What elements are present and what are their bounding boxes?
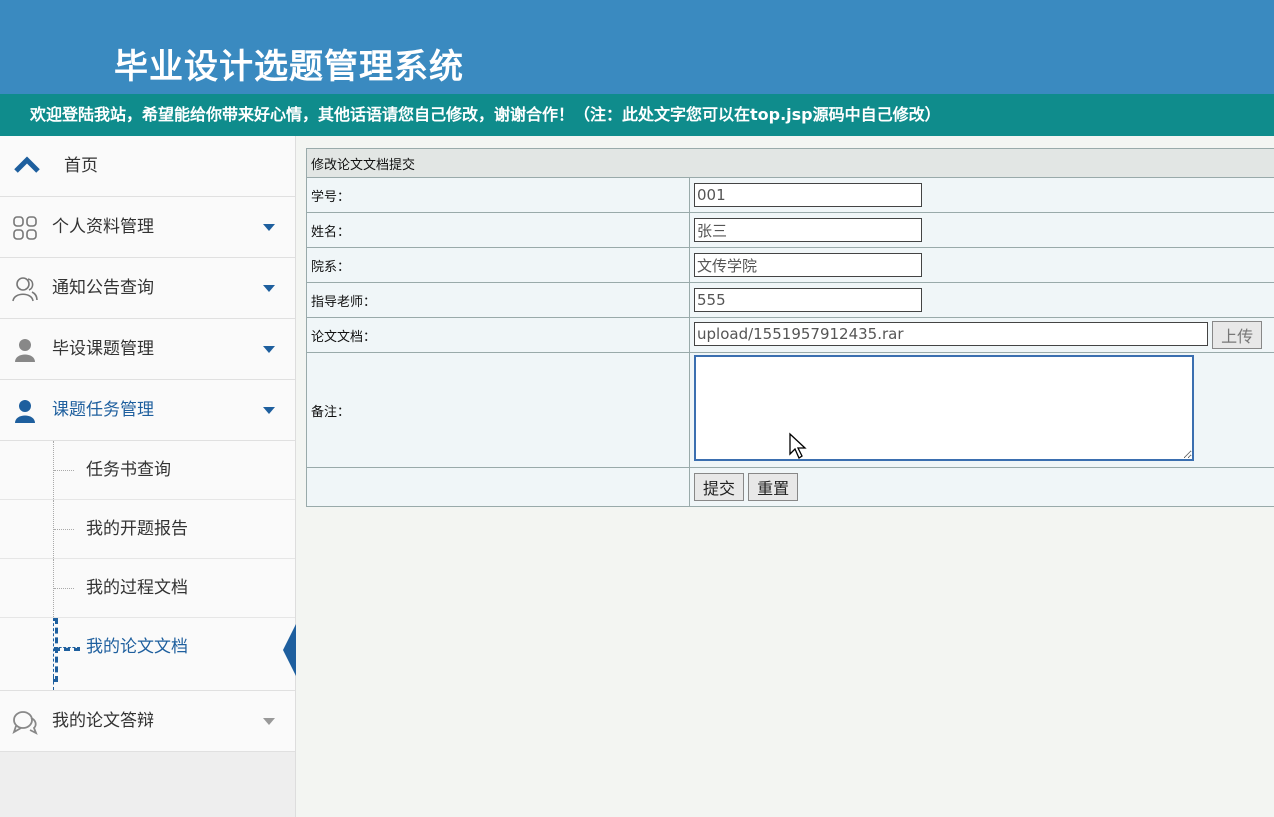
submenu-item-task-query[interactable]: 任务书查询 [0, 441, 295, 500]
submenu-item-label: 我的论文文档 [86, 637, 188, 657]
sidebar-item-label: 首页 [64, 156, 98, 176]
chevron-down-icon [263, 285, 275, 292]
sidebar-item-label: 毕设课题管理 [52, 339, 154, 359]
remark-textarea[interactable] [694, 355, 1194, 461]
student-id-label: 学号： [306, 177, 690, 213]
sidebar-item-home[interactable]: 首页 [0, 136, 295, 197]
document-label: 论文文档： [306, 317, 690, 353]
sidebar-item-label: 我的论文答辩 [52, 711, 154, 731]
system-title: 毕业设计选题管理系统 [114, 47, 464, 87]
sidebar-item-profile[interactable]: 个人资料管理 [0, 197, 295, 258]
user-icon [15, 339, 35, 362]
task-submenu: 任务书查询 我的开题报告 我的过程文档 我的论文文档 [0, 441, 296, 691]
submenu-item-label: 我的过程文档 [86, 578, 188, 598]
sidebar-item-label: 个人资料管理 [52, 217, 154, 237]
submenu-item-label: 任务书查询 [86, 460, 171, 480]
form-title: 修改论文文档提交 [306, 148, 1274, 178]
upload-button[interactable]: 上传 [1212, 321, 1263, 349]
users-icon [12, 277, 38, 302]
chevron-down-icon [263, 718, 275, 725]
chevron-down-icon [263, 346, 275, 353]
name-label: 姓名： [306, 212, 690, 248]
chevron-down-icon [263, 224, 275, 231]
chevron-down-icon [263, 407, 275, 414]
home-icon [14, 156, 40, 173]
mouse-cursor-icon [789, 432, 807, 459]
submenu-item-process-docs[interactable]: 我的过程文档 [0, 559, 295, 618]
sidebar: 首页 个人资料管理 通知公告查询 毕设课题管理 课题任务管理 任务书查询 我的开… [0, 136, 296, 817]
department-label: 院系： [306, 247, 690, 283]
sidebar-item-tasks[interactable]: 课题任务管理 [0, 380, 295, 441]
sidebar-item-defense[interactable]: 我的论文答辩 [0, 691, 295, 752]
sidebar-item-notices[interactable]: 通知公告查询 [0, 258, 295, 319]
reset-button[interactable]: 重置 [748, 473, 799, 501]
active-pointer-icon [283, 624, 296, 676]
welcome-banner: 欢迎登陆我站，希望能给你带来好心情，其他话语请您自己修改，谢谢合作！（注：此处文… [0, 94, 1274, 136]
remark-label: 备注： [306, 352, 690, 468]
student-id-field[interactable] [694, 183, 922, 207]
sidebar-item-projects[interactable]: 毕设课题管理 [0, 319, 295, 380]
submenu-item-proposal[interactable]: 我的开题报告 [0, 500, 295, 559]
advisor-label: 指导老师： [306, 282, 690, 318]
sidebar-item-label: 通知公告查询 [52, 278, 154, 298]
department-field[interactable] [694, 253, 922, 277]
chat-icon [12, 711, 38, 735]
grid-icon [13, 216, 37, 240]
submit-button[interactable]: 提交 [694, 473, 745, 501]
advisor-field[interactable] [694, 288, 922, 312]
document-path-field[interactable] [694, 321, 1208, 346]
submenu-item-label: 我的开题报告 [86, 519, 188, 539]
page-header: 毕业设计选题管理系统 [0, 0, 1274, 94]
name-field[interactable] [694, 218, 922, 242]
sidebar-item-label: 课题任务管理 [52, 400, 154, 420]
submenu-item-thesis-docs[interactable]: 我的论文文档 [0, 618, 296, 682]
user-icon [15, 400, 35, 423]
